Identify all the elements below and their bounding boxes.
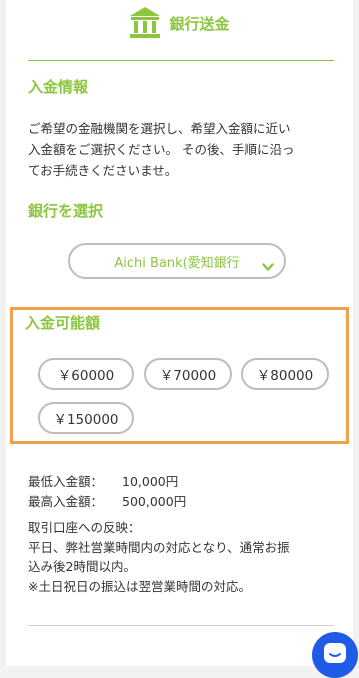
min-deposit-value: 10,000円 (122, 474, 179, 489)
chat-icon (322, 641, 348, 667)
amount-button-80000[interactable]: ￥80000 (241, 358, 329, 390)
amount-button-150000[interactable]: ￥150000 (38, 402, 134, 434)
chat-button[interactable] (312, 632, 358, 678)
page-title: 銀行送金 (169, 14, 230, 33)
reflection-text: 取引口座への反映： 平日、弊社営業時間内の対応となり、通常お振 込み後2時間以内… (28, 518, 338, 596)
header-divider (28, 60, 334, 61)
deposit-info-line: 入金額をご選択ください。 その後、手順に沿っ (28, 142, 295, 157)
reflection-line: 平日、弊社営業時間内の対応となり、通常お振 (28, 539, 290, 555)
bank-select-title: 銀行を選択 (28, 202, 104, 220)
bank-select-dropdown[interactable]: Aichi Bank(愛知銀行 (68, 243, 286, 279)
bank-transfer-panel: 銀行送金 入金情報 ご希望の金融機関を選択し、希望入金額に近い 入金額をご選択く… (6, 0, 353, 666)
amount-options-title: 入金可能額 (25, 314, 101, 332)
min-deposit-row: 最低入金額： 10,000円 (28, 471, 178, 490)
max-deposit-value: 500,000円 (122, 494, 187, 509)
deposit-info-title: 入金情報 (28, 78, 89, 96)
reflection-line: ※土日祝日の振込は翌営業時間の対応。 (28, 578, 251, 594)
deposit-info-line: てお手続きくださいませ。 (28, 163, 178, 178)
chevron-down-icon (262, 257, 274, 271)
reflection-line: 込み後2時間以内。 (28, 559, 136, 574)
amount-button-70000[interactable]: ￥70000 (144, 358, 232, 390)
amount-options-box: 入金可能額 ￥60000 ￥70000 ￥80000 ￥150000 (10, 307, 349, 444)
reflection-line: 取引口座への反映： (28, 520, 141, 535)
amount-button-60000[interactable]: ￥60000 (38, 358, 134, 390)
max-deposit-label: 最高入金額： (28, 494, 104, 509)
bank-select-value: Aichi Bank(愛知銀行 (114, 255, 240, 271)
max-deposit-row: 最高入金額： 500,000円 (28, 491, 186, 510)
deposit-info-text: ご希望の金融機関を選択し、希望入金額に近い 入金額をご選択ください。 その後、手… (28, 118, 338, 181)
bank-icon (129, 6, 161, 40)
deposit-info-line: ご希望の金融機関を選択し、希望入金額に近い (28, 121, 291, 136)
min-deposit-label: 最低入金額： (28, 474, 104, 489)
footer-divider (28, 625, 334, 626)
header: 銀行送金 (6, 0, 353, 46)
